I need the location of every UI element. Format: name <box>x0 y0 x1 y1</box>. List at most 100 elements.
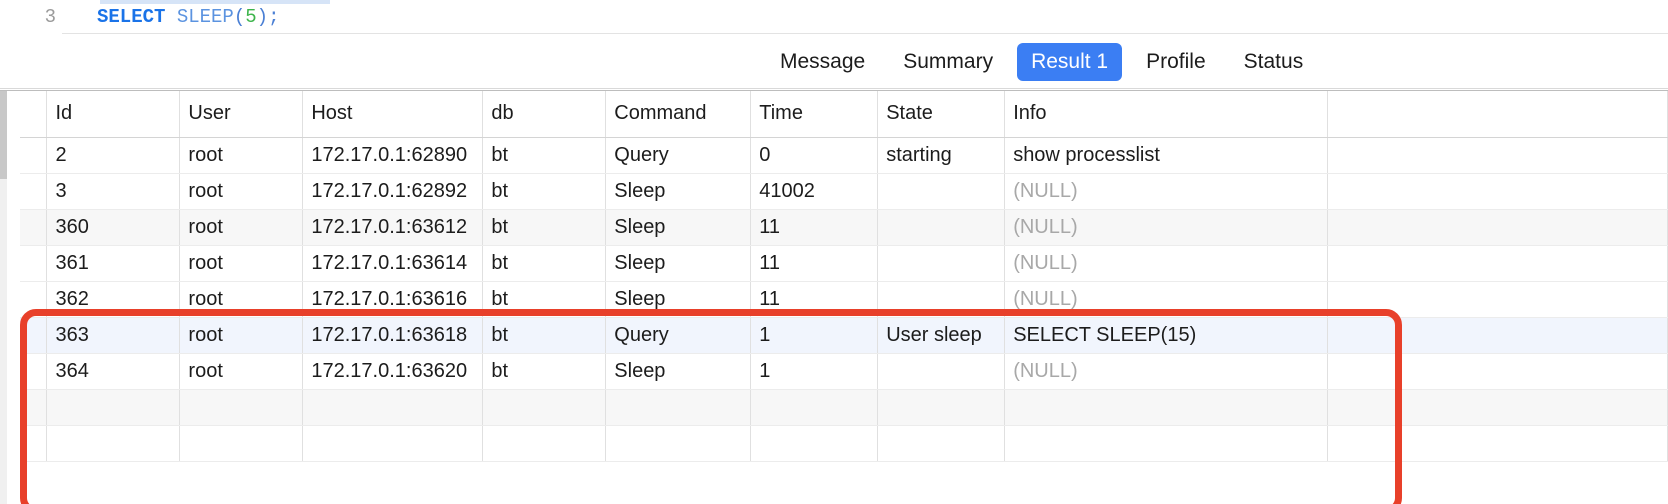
row-selector-cell[interactable] <box>20 317 48 354</box>
table-row[interactable]: 360 root 172.17.0.1:63612 bt Sleep 11 (NULL) <box>20 209 1668 246</box>
cell-command[interactable]: Sleep <box>605 353 752 390</box>
cell-state[interactable] <box>877 209 1006 246</box>
cell-host[interactable]: 172.17.0.1:63616 <box>302 281 484 318</box>
cell-command[interactable] <box>605 425 752 462</box>
cell-host[interactable]: 172.17.0.1:62890 <box>302 137 484 174</box>
cell-state[interactable] <box>877 425 1006 462</box>
cell-db[interactable] <box>482 425 607 462</box>
cell-command[interactable]: Sleep <box>605 173 752 210</box>
row-selector-cell[interactable] <box>20 245 48 282</box>
cell-command[interactable]: Sleep <box>605 281 752 318</box>
row-selector-cell[interactable] <box>20 209 48 246</box>
tab-result-1[interactable]: Result 1 <box>1017 42 1123 81</box>
table-row[interactable]: 2 root 172.17.0.1:62890 bt Query 0 starting sho… <box>20 137 1668 174</box>
cell-user[interactable] <box>179 425 304 462</box>
cell-time[interactable]: 1 <box>750 317 879 354</box>
cell-id[interactable]: 360 <box>46 209 181 246</box>
column-header-command[interactable]: Command <box>605 91 752 138</box>
cell-command[interactable] <box>605 389 752 426</box>
column-header-state[interactable]: State <box>877 91 1006 138</box>
cell-info[interactable] <box>1004 425 1329 462</box>
sql-editor-strip[interactable]: 3 SELECT SLEEP(5); <box>0 0 1668 34</box>
cell-db[interactable]: bt <box>482 281 607 318</box>
cell-time[interactable]: 1 <box>750 353 879 390</box>
scrollbar-thumb[interactable] <box>0 91 7 179</box>
cell-time[interactable]: 0 <box>750 137 879 174</box>
column-header-info[interactable]: Info <box>1004 91 1329 138</box>
cell-host[interactable]: 172.17.0.1:63612 <box>302 209 484 246</box>
tab-message[interactable]: Message <box>766 43 879 81</box>
cell-info[interactable]: (NULL) <box>1004 173 1329 210</box>
cell-command[interactable]: Sleep <box>605 209 752 246</box>
cell-state[interactable] <box>877 173 1006 210</box>
cell-info[interactable]: (NULL) <box>1004 281 1329 318</box>
table-row[interactable] <box>20 425 1668 462</box>
cell-user[interactable]: root <box>179 209 304 246</box>
cell-id[interactable]: 362 <box>46 281 181 318</box>
cell-host[interactable]: 172.17.0.1:62892 <box>302 173 484 210</box>
cell-command[interactable]: Sleep <box>605 245 752 282</box>
cell-user[interactable] <box>179 389 304 426</box>
cell-time[interactable] <box>750 389 879 426</box>
cell-command[interactable]: Query <box>605 137 752 174</box>
tab-profile[interactable]: Profile <box>1132 43 1220 81</box>
cell-info[interactable]: (NULL) <box>1004 209 1329 246</box>
cell-host[interactable] <box>302 389 484 426</box>
cell-user[interactable]: root <box>179 245 304 282</box>
cell-host[interactable]: 172.17.0.1:63620 <box>302 353 484 390</box>
cell-time[interactable]: 11 <box>750 245 879 282</box>
row-selector-cell[interactable] <box>20 353 48 390</box>
cell-info[interactable]: SELECT SLEEP(15) <box>1004 317 1329 354</box>
row-selector-cell[interactable] <box>20 389 48 426</box>
table-row[interactable]: 3 root 172.17.0.1:62892 bt Sleep 41002 (NULL) <box>20 173 1668 210</box>
cell-user[interactable]: root <box>179 281 304 318</box>
cell-db[interactable] <box>482 389 607 426</box>
cell-id[interactable]: 364 <box>46 353 181 390</box>
table-row[interactable]: 361 root 172.17.0.1:63614 bt Sleep 11 (NULL) <box>20 245 1668 282</box>
cell-state[interactable] <box>877 389 1006 426</box>
cell-command[interactable]: Query <box>605 317 752 354</box>
table-row[interactable]: 362 root 172.17.0.1:63616 bt Sleep 11 (NULL) <box>20 281 1668 318</box>
cell-time[interactable] <box>750 425 879 462</box>
cell-info[interactable] <box>1004 389 1329 426</box>
cell-id[interactable]: 3 <box>46 173 181 210</box>
cell-user[interactable]: root <box>179 173 304 210</box>
cell-db[interactable]: bt <box>482 245 607 282</box>
table-row[interactable] <box>20 389 1668 426</box>
cell-state[interactable]: User sleep <box>877 317 1006 354</box>
cell-host[interactable] <box>302 425 484 462</box>
cell-id[interactable]: 361 <box>46 245 181 282</box>
row-selector-cell[interactable] <box>20 173 48 210</box>
row-selector-cell[interactable] <box>20 137 48 174</box>
cell-id[interactable]: 363 <box>46 317 181 354</box>
cell-state[interactable] <box>877 245 1006 282</box>
cell-state[interactable] <box>877 281 1006 318</box>
cell-state[interactable] <box>877 353 1006 390</box>
cell-user[interactable]: root <box>179 317 304 354</box>
editor-code-line[interactable]: SELECT SLEEP(5); <box>97 4 279 30</box>
cell-info[interactable]: (NULL) <box>1004 245 1329 282</box>
cell-db[interactable]: bt <box>482 137 607 174</box>
column-header-time[interactable]: Time <box>750 91 879 138</box>
tab-status[interactable]: Status <box>1230 43 1318 81</box>
cell-time[interactable]: 11 <box>750 281 879 318</box>
cell-host[interactable]: 172.17.0.1:63614 <box>302 245 484 282</box>
cell-state[interactable]: starting <box>877 137 1006 174</box>
cell-user[interactable]: root <box>179 137 304 174</box>
table-row[interactable]: 364 root 172.17.0.1:63620 bt Sleep 1 (NULL) <box>20 353 1668 390</box>
cell-db[interactable]: bt <box>482 173 607 210</box>
cell-id[interactable]: 2 <box>46 137 181 174</box>
cell-time[interactable]: 41002 <box>750 173 879 210</box>
table-row[interactable]: 363 root 172.17.0.1:63618 bt Query 1 User slee… <box>20 317 1668 354</box>
result-grid-container[interactable]: Id User Host db Command Time State Info 2 root 17… <box>0 90 1668 504</box>
row-selector-cell[interactable] <box>20 425 48 462</box>
cell-info[interactable]: show processlist <box>1004 137 1329 174</box>
cell-id[interactable] <box>46 425 181 462</box>
column-header-db[interactable]: db <box>482 91 607 138</box>
vertical-scrollbar[interactable] <box>0 91 7 504</box>
column-header-user[interactable]: User <box>179 91 304 138</box>
row-selector-cell[interactable] <box>20 281 48 318</box>
cell-info[interactable]: (NULL) <box>1004 353 1329 390</box>
cell-id[interactable] <box>46 389 181 426</box>
column-header-id[interactable]: Id <box>46 91 181 138</box>
